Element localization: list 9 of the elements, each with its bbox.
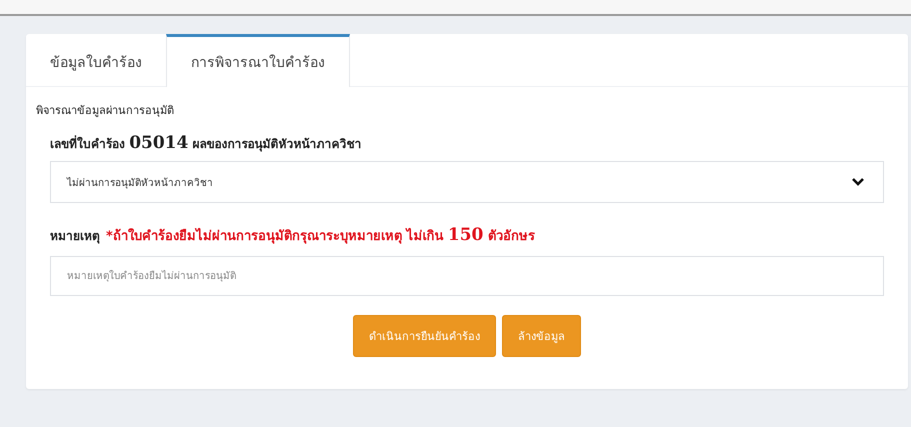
section-title: พิจารณาข้อมูลผ่านการอนุมัติ xyxy=(36,103,175,119)
chevron-down-icon xyxy=(851,177,865,187)
warning-text: *ถ้าใบคำร้องยืมไม่ผ่านการอนุมัติกรุณาระบุหมายเหตุ ไม่เกิน 150 ตัวอักษร xyxy=(106,225,535,246)
tab[interactable]: การพิจารณาใบคำร้อง xyxy=(166,34,350,87)
note-field[interactable]: หมายเหตุใบคำร้องยืมไม่ผ่านการอนุมัติ xyxy=(50,256,884,296)
tab[interactable]: ข้อมูลใบคำร้อง xyxy=(26,34,166,86)
field-label: เลขที่ใบคำร้อง 05014 ผลของการอนุมัติหัวหน้าภาควิชา xyxy=(50,133,363,153)
decision-select[interactable]: ไม่ผ่านการอนุมัติหัวหน้าภาควิชา xyxy=(50,161,884,203)
field-label: หมายเหตุ xyxy=(50,228,100,245)
